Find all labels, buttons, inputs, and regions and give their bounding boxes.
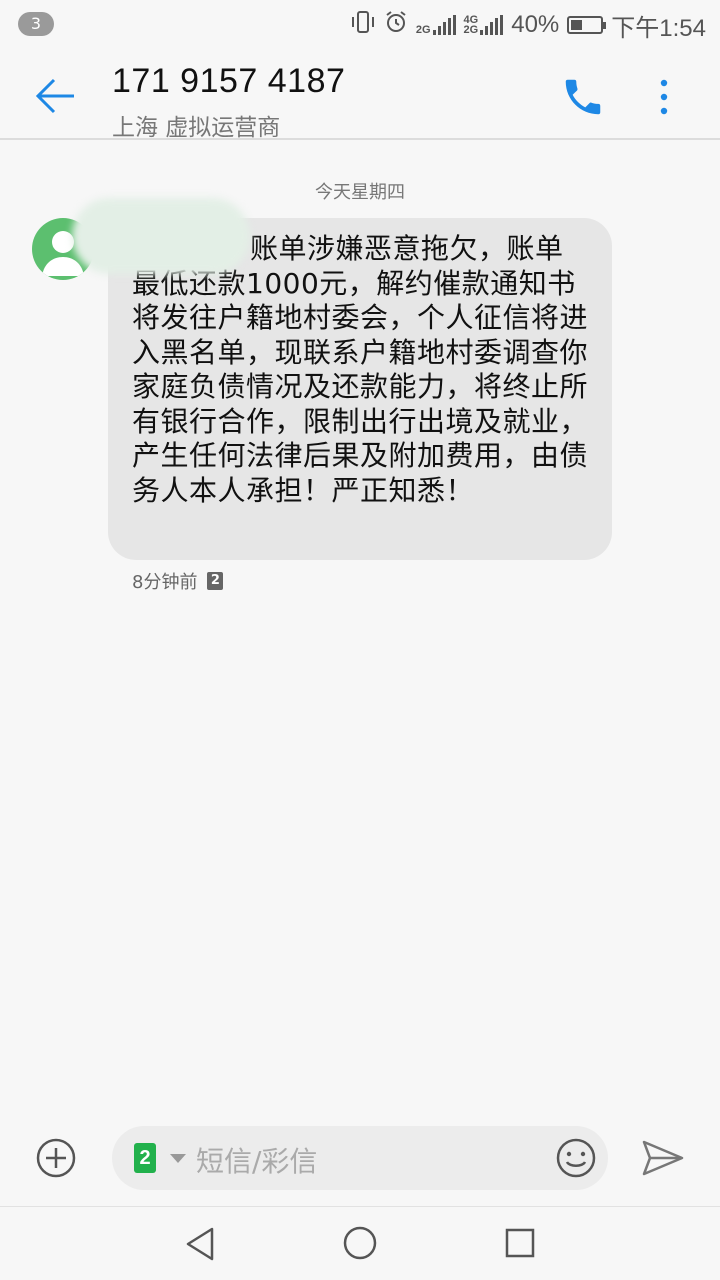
battery-percent: 40%: [511, 11, 560, 38]
plus-circle-icon: [36, 1138, 76, 1178]
clock: 下午1:54: [611, 14, 706, 42]
chevron-down-icon[interactable]: [170, 1154, 186, 1163]
nav-back-button[interactable]: [182, 1225, 218, 1263]
back-button[interactable]: [30, 74, 80, 118]
arrow-left-icon: [35, 78, 74, 114]
phone-icon: [565, 79, 601, 115]
vibrate-icon: [350, 10, 376, 41]
square-recents-icon: [505, 1228, 535, 1258]
nav-recents-button[interactable]: [504, 1227, 536, 1259]
message-input-placeholder: 短信/彩信: [196, 1145, 318, 1178]
conversation-header: 171 9157 4187 上海 虚拟运营商: [0, 50, 720, 141]
redacted-blur: [72, 198, 250, 274]
message-meta: 8分钟前 2: [132, 568, 224, 594]
navigation-bar: [0, 1206, 720, 1280]
battery-icon: [567, 16, 607, 34]
contact-location: 上海 虚拟运营商: [112, 115, 281, 141]
smiley-icon: [556, 1138, 596, 1178]
signal-2-icon: 4G 2G: [464, 15, 504, 36]
nav-home-button[interactable]: [342, 1225, 378, 1261]
more-vert-icon: [660, 79, 668, 115]
emoji-button[interactable]: [554, 1136, 598, 1180]
sim-select-badge[interactable]: 2: [134, 1143, 156, 1173]
status-icons: 2G 4G 2G 40% 下午1:54: [350, 8, 706, 42]
message-time: 8分钟前: [132, 572, 198, 593]
triangle-back-icon: [186, 1227, 214, 1261]
call-button[interactable]: [560, 74, 606, 120]
compose-bar: 2 短信/彩信: [0, 1112, 720, 1204]
contact-number: 171 9157 4187: [112, 62, 346, 100]
send-button[interactable]: [640, 1138, 686, 1178]
circle-home-icon: [343, 1226, 377, 1260]
signal-1-icon: 2G: [416, 15, 456, 36]
status-bar: 3 2G 4G 2G 40% 下午1:54: [0, 0, 720, 50]
more-options-button[interactable]: [650, 74, 678, 120]
send-icon: [642, 1140, 684, 1176]
alarm-icon: [384, 10, 408, 41]
battery-fill: [571, 20, 583, 30]
message-input[interactable]: 2 短信/彩信: [112, 1126, 608, 1190]
attach-button[interactable]: [36, 1138, 76, 1178]
sim-2-icon: 2: [207, 572, 224, 590]
notification-count-badge: 3: [18, 12, 54, 36]
